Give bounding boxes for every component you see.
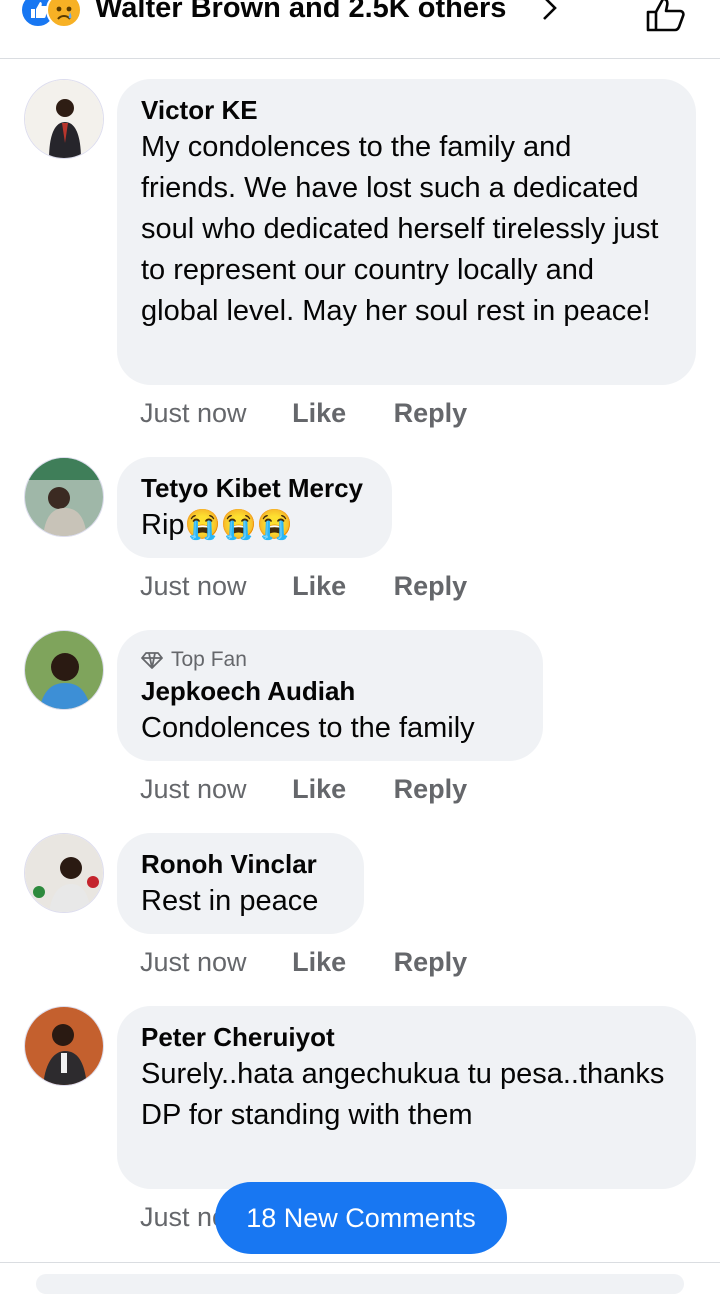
- comment-author[interactable]: Jepkoech Audiah: [141, 674, 519, 708]
- reply-button[interactable]: Reply: [394, 774, 468, 805]
- comment-timestamp[interactable]: Just now: [140, 947, 247, 978]
- comment-text: Surely..hata angechukua tu pesa..thanks …: [141, 1058, 665, 1131]
- like-button[interactable]: Like: [292, 571, 346, 602]
- comment-author[interactable]: Ronoh Vinclar: [141, 847, 340, 881]
- comment-author[interactable]: Victor KE: [141, 93, 672, 127]
- like-button[interactable]: Like: [292, 774, 346, 805]
- comment-timestamp[interactable]: Just now: [140, 571, 247, 602]
- comment-text: Condolences to the family: [141, 712, 475, 744]
- comment-bubble[interactable]: Peter Cheruiyot Surely..hata angechukua …: [117, 1006, 696, 1189]
- comment-bubble[interactable]: Victor KE My condolences to the family a…: [117, 79, 696, 385]
- comment-author[interactable]: Tetyo Kibet Mercy: [141, 471, 368, 505]
- comment-bubble[interactable]: Top Fan Jepkoech Audiah Condolences to t…: [117, 630, 543, 761]
- comment-input-box[interactable]: [36, 1274, 684, 1294]
- reactions-header[interactable]: Walter Brown and 2.5K others: [0, 0, 720, 59]
- avatar[interactable]: [24, 630, 104, 710]
- comment-bubble[interactable]: Tetyo Kibet Mercy Rip😭😭😭: [117, 457, 392, 558]
- comment-actions: Just now Like Reply: [140, 398, 467, 429]
- comment-actions: Just now Like Reply: [140, 571, 467, 602]
- avatar[interactable]: [24, 79, 104, 159]
- new-comments-button[interactable]: 18 New Comments: [215, 1182, 507, 1254]
- comment-timestamp[interactable]: Just now: [140, 774, 247, 805]
- diamond-icon: [141, 652, 163, 669]
- reply-button[interactable]: Reply: [394, 947, 468, 978]
- comment-text: Rest in peace: [141, 885, 319, 917]
- top-fan-badge: Top Fan: [141, 646, 519, 674]
- comment-bubble[interactable]: Ronoh Vinclar Rest in peace: [117, 833, 364, 934]
- like-outline-icon[interactable]: [642, 0, 690, 32]
- like-button[interactable]: Like: [292, 947, 346, 978]
- comment-actions: Just now Like Reply: [140, 774, 467, 805]
- comment-actions: Just now Like Reply: [140, 947, 467, 978]
- like-button[interactable]: Like: [292, 398, 346, 429]
- divider: [0, 1262, 720, 1263]
- sad-reaction-icon: [46, 0, 82, 28]
- comment-text: My condolences to the family and friends…: [141, 131, 659, 327]
- chevron-right-icon[interactable]: [538, 0, 562, 22]
- avatar[interactable]: [24, 1006, 104, 1086]
- comment-author[interactable]: Peter Cheruiyot: [141, 1020, 672, 1054]
- comment-text: Rip😭😭😭: [141, 509, 293, 541]
- reply-button[interactable]: Reply: [394, 571, 468, 602]
- comment-timestamp[interactable]: Just now: [140, 398, 247, 429]
- avatar[interactable]: [24, 833, 104, 913]
- reactions-summary[interactable]: Walter Brown and 2.5K others: [95, 0, 506, 25]
- avatar[interactable]: [24, 457, 104, 537]
- reply-button[interactable]: Reply: [394, 398, 468, 429]
- badge-label: Top Fan: [171, 648, 247, 671]
